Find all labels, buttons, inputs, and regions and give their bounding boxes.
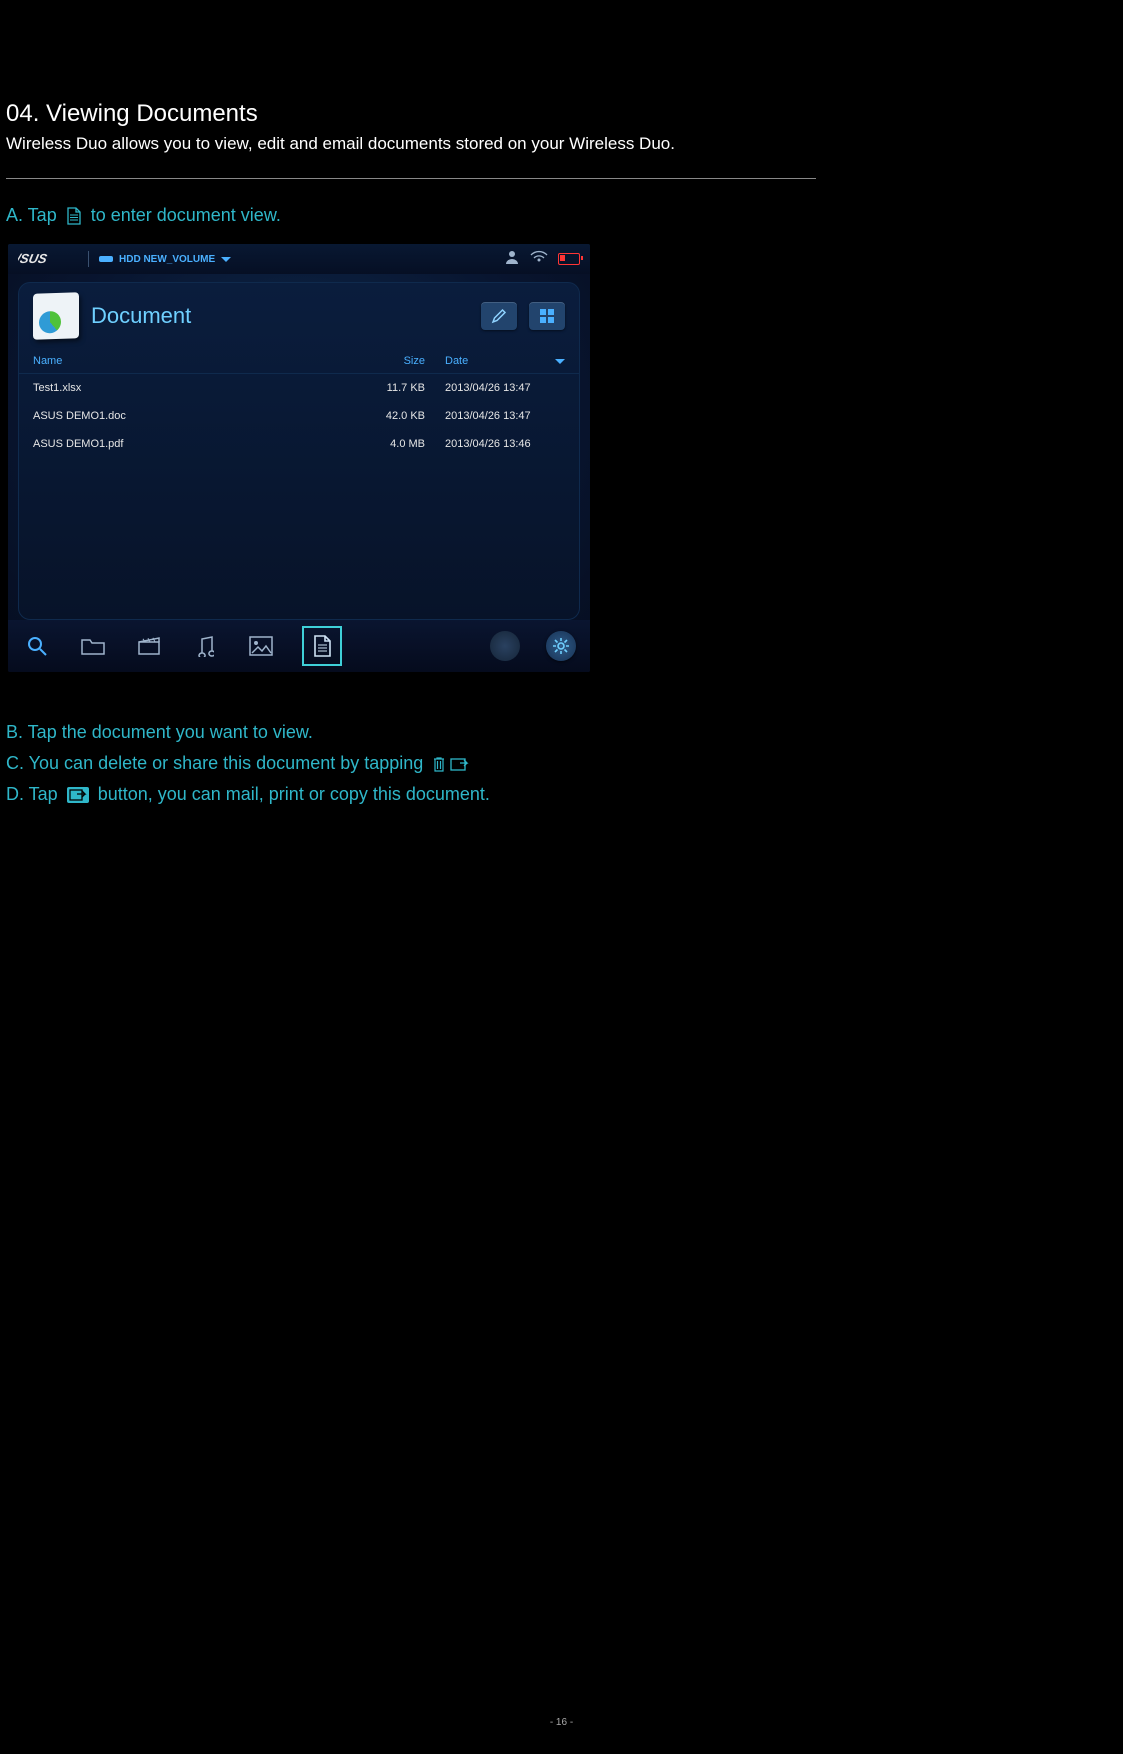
step-d: D. Tap button, you can mail, print or co…	[6, 784, 1117, 805]
app-screenshot: /SUS HDD NEW_VOLUME	[8, 244, 590, 672]
nav-music[interactable]	[190, 631, 220, 661]
step-d-pre: D. Tap	[6, 784, 63, 805]
clapper-icon	[138, 636, 160, 656]
share-icon	[450, 756, 470, 772]
document-icon	[312, 634, 332, 658]
gear-icon	[552, 637, 570, 655]
image-icon	[249, 636, 273, 656]
page-number: - 16 -	[0, 1717, 1123, 1728]
table-row[interactable]: ASUS DEMO1.pdf 4.0 MB 2013/04/26 13:46	[19, 430, 579, 458]
cell-name: ASUS DEMO1.doc	[33, 410, 335, 422]
step-c: C. You can delete or share this document…	[6, 753, 1117, 774]
music-icon	[196, 635, 214, 657]
nav-folder[interactable]	[78, 631, 108, 661]
nav-settings[interactable]	[546, 631, 576, 661]
pencil-icon	[490, 307, 508, 325]
cell-name: Test1.xlsx	[33, 382, 335, 394]
col-size[interactable]: Size	[335, 355, 445, 367]
table-header: Name Size Date	[19, 349, 579, 374]
cell-date: 2013/04/26 13:47	[445, 410, 565, 422]
step-a: A. Tap to enter document view.	[6, 205, 1117, 226]
table-row[interactable]: ASUS DEMO1.doc 42.0 KB 2013/04/26 13:47	[19, 402, 579, 430]
step-d-post: button, you can mail, print or copy this…	[93, 784, 490, 805]
chevron-down-icon	[221, 257, 231, 262]
user-icon[interactable]	[504, 249, 520, 270]
divider	[6, 178, 816, 179]
step-b: B. Tap the document you want to view.	[6, 722, 1117, 743]
cell-name: ASUS DEMO1.pdf	[33, 438, 335, 450]
battery-icon	[558, 253, 580, 265]
asus-logo: /SUS	[18, 251, 78, 267]
volume-selector[interactable]: HDD NEW_VOLUME	[99, 254, 231, 265]
section-title: 04. Viewing Documents	[6, 100, 1117, 128]
nav-video[interactable]	[134, 631, 164, 661]
share-icon	[67, 787, 89, 803]
edit-button[interactable]	[481, 302, 517, 330]
wifi-icon[interactable]	[530, 250, 548, 269]
volume-label: HDD NEW_VOLUME	[119, 254, 215, 265]
col-date-label: Date	[445, 355, 468, 367]
topbar: /SUS HDD NEW_VOLUME	[8, 244, 590, 274]
step-c-pre: C. You can delete or share this document…	[6, 753, 428, 774]
section-desc: Wireless Duo allows you to view, edit an…	[6, 134, 1117, 154]
svg-text:/SUS: /SUS	[18, 252, 49, 266]
nav-document[interactable]	[302, 626, 342, 666]
nav-photo[interactable]	[246, 631, 276, 661]
cell-size: 42.0 KB	[335, 410, 445, 422]
sort-desc-icon	[555, 359, 565, 364]
table-row[interactable]: Test1.xlsx 11.7 KB 2013/04/26 13:47	[19, 374, 579, 402]
col-date[interactable]: Date	[445, 355, 565, 367]
nav-storage[interactable]	[490, 631, 520, 661]
step-b-text: B. Tap the document you want to view.	[6, 722, 313, 743]
document-icon	[66, 207, 82, 225]
panel-icon	[33, 292, 79, 340]
cell-size: 4.0 MB	[335, 438, 445, 450]
cell-size: 11.7 KB	[335, 382, 445, 394]
nav-search[interactable]	[22, 631, 52, 661]
cell-date: 2013/04/26 13:47	[445, 382, 565, 394]
col-name[interactable]: Name	[33, 355, 335, 367]
step-a-pre: A. Tap	[6, 205, 62, 226]
document-panel: Document	[18, 282, 580, 620]
hdd-icon	[99, 254, 113, 264]
grid-view-button[interactable]	[529, 302, 565, 330]
folder-icon	[81, 636, 105, 656]
grid-icon	[538, 307, 556, 325]
panel-title: Document	[91, 303, 191, 329]
trash-icon	[432, 756, 446, 772]
search-icon	[26, 635, 48, 657]
step-a-post: to enter document view.	[86, 205, 281, 226]
cell-date: 2013/04/26 13:46	[445, 438, 565, 450]
divider-icon	[88, 251, 89, 267]
bottom-nav	[8, 620, 590, 672]
